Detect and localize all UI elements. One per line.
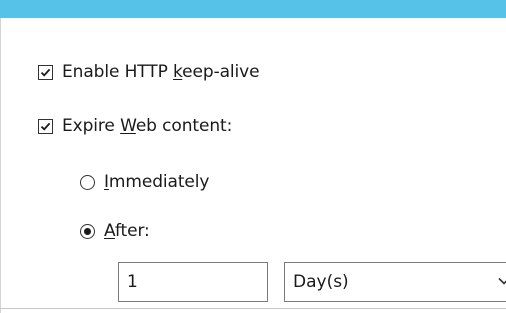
unit-select-value: Day(s) (293, 272, 349, 292)
after-radio[interactable] (80, 223, 95, 239)
expire-content-label: Expire Web content: (62, 116, 233, 136)
keep-alive-option[interactable]: Enable HTTP keep-alive (38, 59, 260, 85)
keep-alive-label: Enable HTTP keep-alive (62, 62, 260, 82)
expire-after-unit-select[interactable]: Day(s) (284, 262, 506, 302)
window-left-border (0, 18, 1, 313)
after-accelerator: A (104, 221, 115, 241)
bottom-divider (0, 308, 506, 309)
expire-content-accelerator: W (120, 116, 136, 136)
immediately-label: Immediately (104, 172, 210, 192)
radio-selected-dot (84, 227, 91, 235)
checkmark-icon (40, 122, 51, 131)
immediately-radio[interactable] (80, 174, 95, 190)
properties-dialog: Enable HTTP keep-alive Expire Web conten… (0, 0, 506, 313)
expire-after-option[interactable]: After: (80, 218, 150, 244)
after-label: After: (104, 221, 150, 241)
chevron-down-icon (498, 277, 506, 285)
keep-alive-accelerator: k (173, 62, 183, 82)
expire-content-checkbox[interactable] (38, 118, 53, 134)
expire-immediately-option[interactable]: Immediately (80, 169, 209, 195)
keep-alive-checkbox[interactable] (38, 64, 53, 80)
expire-content-option[interactable]: Expire Web content: (38, 113, 232, 139)
checkmark-icon (40, 68, 51, 77)
expire-after-value-input[interactable]: 1 (118, 262, 268, 302)
window-title-bar[interactable] (0, 0, 506, 18)
